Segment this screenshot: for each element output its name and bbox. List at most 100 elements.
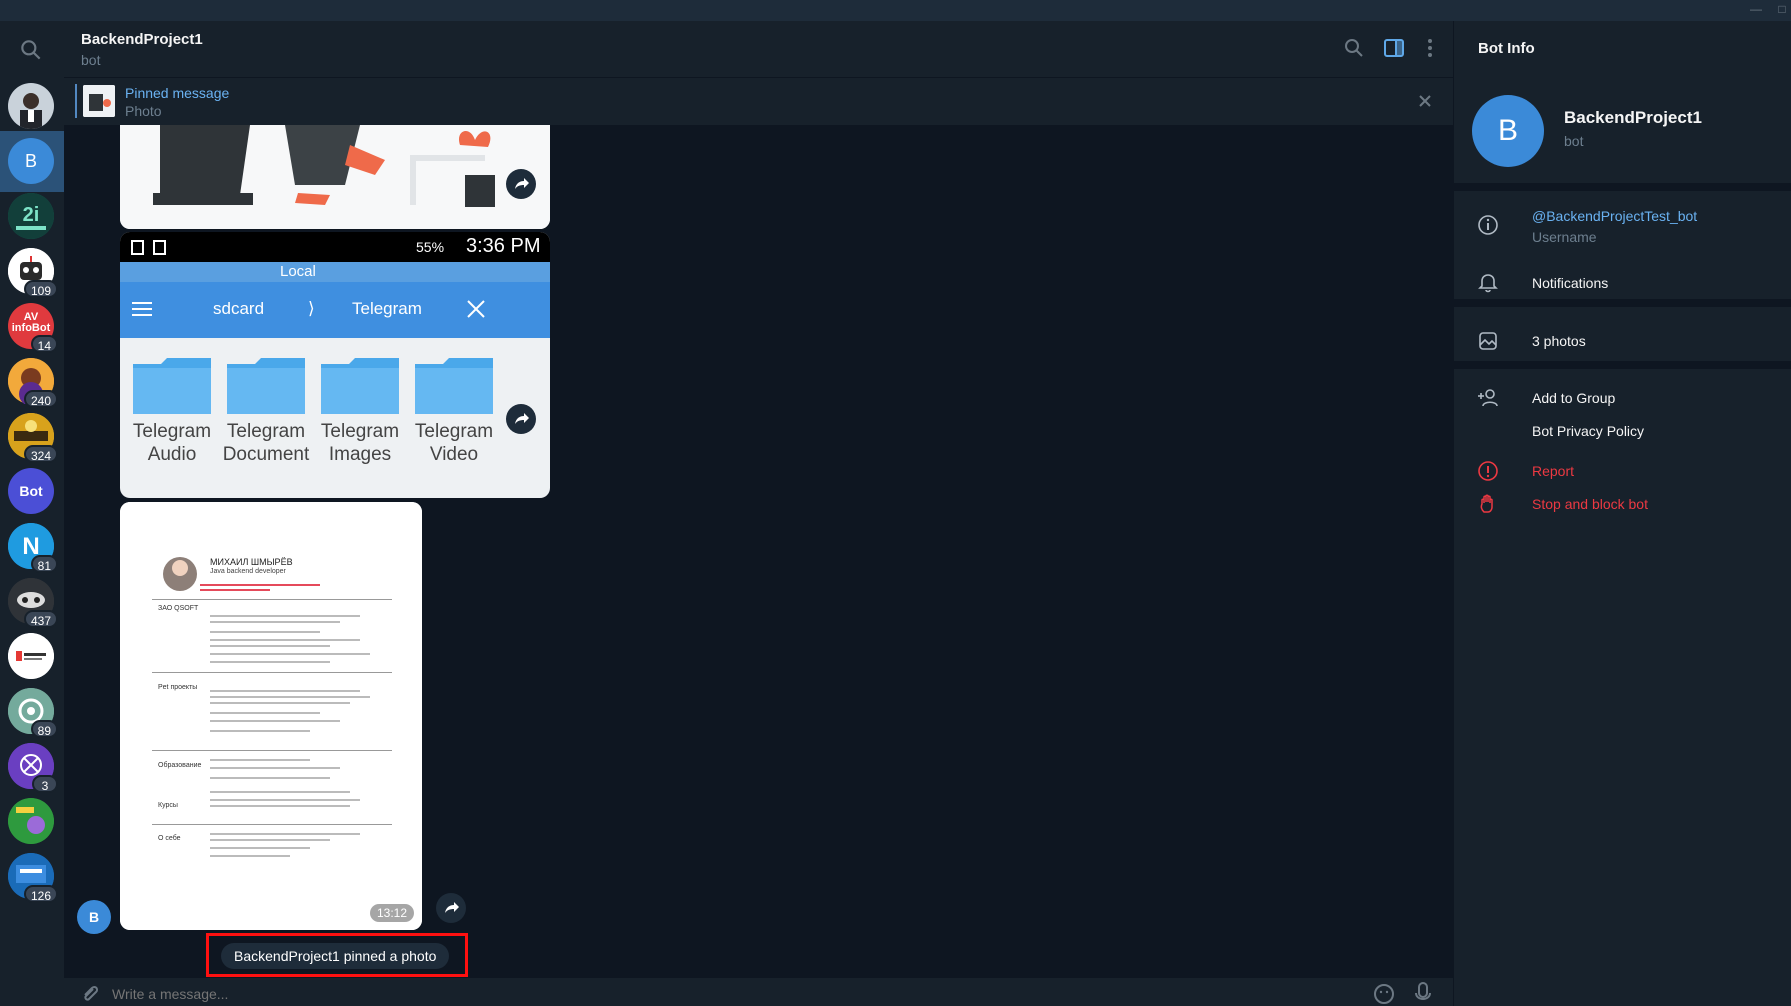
- unread-badge: 240: [23, 390, 58, 408]
- chat-subtitle: bot: [81, 52, 101, 68]
- more-options-icon[interactable]: [1418, 36, 1442, 60]
- sender-avatar[interactable]: B: [77, 900, 111, 934]
- minimize-button[interactable]: —: [1742, 0, 1770, 21]
- unread-badge: 109: [23, 280, 58, 298]
- divider: [1454, 299, 1791, 307]
- chat-avatar-10[interactable]: [8, 633, 54, 679]
- chat-avatar-n[interactable]: N 81: [8, 523, 58, 573]
- share-button[interactable]: [506, 404, 536, 434]
- chat-avatar-robot[interactable]: 109: [8, 248, 58, 298]
- unread-badge: 81: [30, 555, 58, 573]
- pinned-message-bar[interactable]: Pinned message Photo: [64, 77, 1453, 125]
- folder-icon: [227, 358, 305, 414]
- search-icon[interactable]: [18, 37, 44, 63]
- resume-section: Образование: [158, 762, 202, 769]
- phone-tab-local: Local: [280, 263, 316, 280]
- pinned-accent-bar: [75, 84, 77, 118]
- share-icon: [515, 413, 529, 424]
- folder-icon: [415, 358, 493, 414]
- chat-avatar-bot[interactable]: Bot: [8, 468, 54, 514]
- folder-icon: [133, 358, 211, 414]
- resume-section: Pet проекты: [158, 684, 198, 691]
- share-icon: [445, 902, 459, 913]
- chat-title[interactable]: BackendProject1: [81, 31, 203, 48]
- resume-role: Java backend developer: [210, 568, 286, 575]
- username-label: Username: [1532, 229, 1597, 245]
- emoji-icon[interactable]: [1373, 983, 1395, 1005]
- phone-battery: 55%: [416, 239, 445, 255]
- photo-message-illustration[interactable]: [120, 125, 550, 229]
- phone-path-root: sdcard: [213, 299, 265, 318]
- chat-avatar-backendproject1[interactable]: B: [8, 138, 54, 184]
- svg-text:2i: 2i: [23, 204, 40, 226]
- unread-badge: 324: [23, 445, 58, 463]
- message-time: 13:12: [369, 904, 414, 922]
- divider: [1454, 183, 1791, 191]
- chat-avatar-letter: B: [24, 151, 37, 171]
- phone-tabs: Local: [120, 262, 550, 282]
- microphone-icon[interactable]: [1412, 981, 1434, 1005]
- phone-path-current: Telegram: [352, 299, 422, 318]
- unread-badge: 3: [32, 775, 58, 793]
- chat-avatar-5[interactable]: 240: [8, 358, 58, 408]
- folder-label: Telegram Video: [414, 421, 494, 465]
- sidebar-toggle-icon[interactable]: [1382, 36, 1406, 60]
- folder-label: Telegram Document: [222, 421, 310, 465]
- unread-badge: 126: [23, 885, 58, 903]
- chat-avatar-13[interactable]: [8, 798, 54, 844]
- unread-badge: 437: [23, 610, 58, 628]
- message-composer: [64, 978, 1453, 1006]
- add-to-group-item[interactable]: Add to Group: [1532, 390, 1615, 406]
- attach-icon[interactable]: [78, 982, 100, 1004]
- pinned-title: Pinned message: [125, 85, 230, 101]
- search-icon[interactable]: [1342, 36, 1366, 60]
- privacy-policy-item[interactable]: Bot Privacy Policy: [1532, 423, 1644, 439]
- maximize-button[interactable]: □: [1768, 0, 1791, 21]
- bot-username[interactable]: @BackendProjectTest_bot: [1532, 208, 1697, 224]
- phone-status-bar: 55% 3:36 PM: [120, 232, 550, 262]
- hand-stop-icon: [1480, 494, 1493, 513]
- photo-icon: [1479, 332, 1497, 350]
- chat-avatar-text: Bot: [19, 483, 43, 499]
- window-titlebar: — □: [0, 0, 1791, 21]
- chat-avatar-12[interactable]: 3: [8, 743, 58, 793]
- resume-section: ЗАО QSOFT: [158, 605, 199, 612]
- chat-avatar-9[interactable]: 437: [8, 578, 58, 628]
- pinned-subtitle: Photo: [125, 103, 162, 119]
- share-button[interactable]: [436, 893, 466, 923]
- stop-block-item[interactable]: Stop and block bot: [1532, 496, 1648, 512]
- chat-avatar-6[interactable]: 324: [8, 413, 58, 463]
- share-button[interactable]: [506, 169, 536, 199]
- notifications-item[interactable]: Notifications: [1532, 275, 1608, 291]
- photo-message-resume[interactable]: МИХАИЛ ШМЫРЁВ Java backend developer ЗАО…: [120, 502, 422, 930]
- chat-avatar-1[interactable]: [8, 83, 54, 129]
- chat-avatar-chatgpt[interactable]: 89: [8, 688, 58, 738]
- folder-label: Telegram Images: [320, 421, 400, 465]
- chat-header: BackendProject1 bot: [64, 21, 1453, 77]
- phone-clock: 3:36 PM: [466, 235, 541, 257]
- bot-subtitle: bot: [1564, 133, 1584, 149]
- photos-item[interactable]: 3 photos: [1532, 333, 1586, 349]
- panel-title: Bot Info: [1478, 40, 1535, 57]
- unread-badge: 89: [30, 720, 58, 738]
- divider: [1454, 361, 1791, 369]
- bot-info-panel: Bot Info B BackendProject1 bot @BackendP…: [1453, 21, 1791, 1006]
- chat-avatar-avinfobot[interactable]: AV infoBot 14: [8, 303, 58, 353]
- chat-avatar-14[interactable]: 126: [8, 853, 58, 903]
- service-message: BackendProject1 pinned a photo: [221, 943, 450, 969]
- phone-path-separator: ⟩: [308, 299, 315, 318]
- chat-list: B 2i 109 AV infoBot 14 240 324 Bot N 81 …: [0, 21, 64, 1006]
- share-icon: [515, 178, 529, 189]
- message-input[interactable]: [112, 982, 1312, 1006]
- resume-name: МИХАИЛ ШМЫРЁВ: [210, 557, 293, 567]
- chat-avatar-meet2peer[interactable]: 2i: [8, 193, 54, 239]
- report-icon: [1478, 461, 1498, 481]
- report-item[interactable]: Report: [1532, 463, 1574, 479]
- bell-icon: [1478, 274, 1498, 293]
- menu-icon: [132, 302, 152, 316]
- chat-avatar-text: AV infoBot: [11, 311, 51, 334]
- unread-badge: 14: [30, 335, 58, 353]
- close-icon[interactable]: [1415, 91, 1435, 111]
- bot-avatar[interactable]: B: [1472, 95, 1544, 167]
- photo-message-phone-screenshot[interactable]: 55% 3:36 PM Local sdcard ⟩ Telegram Tele…: [120, 232, 550, 498]
